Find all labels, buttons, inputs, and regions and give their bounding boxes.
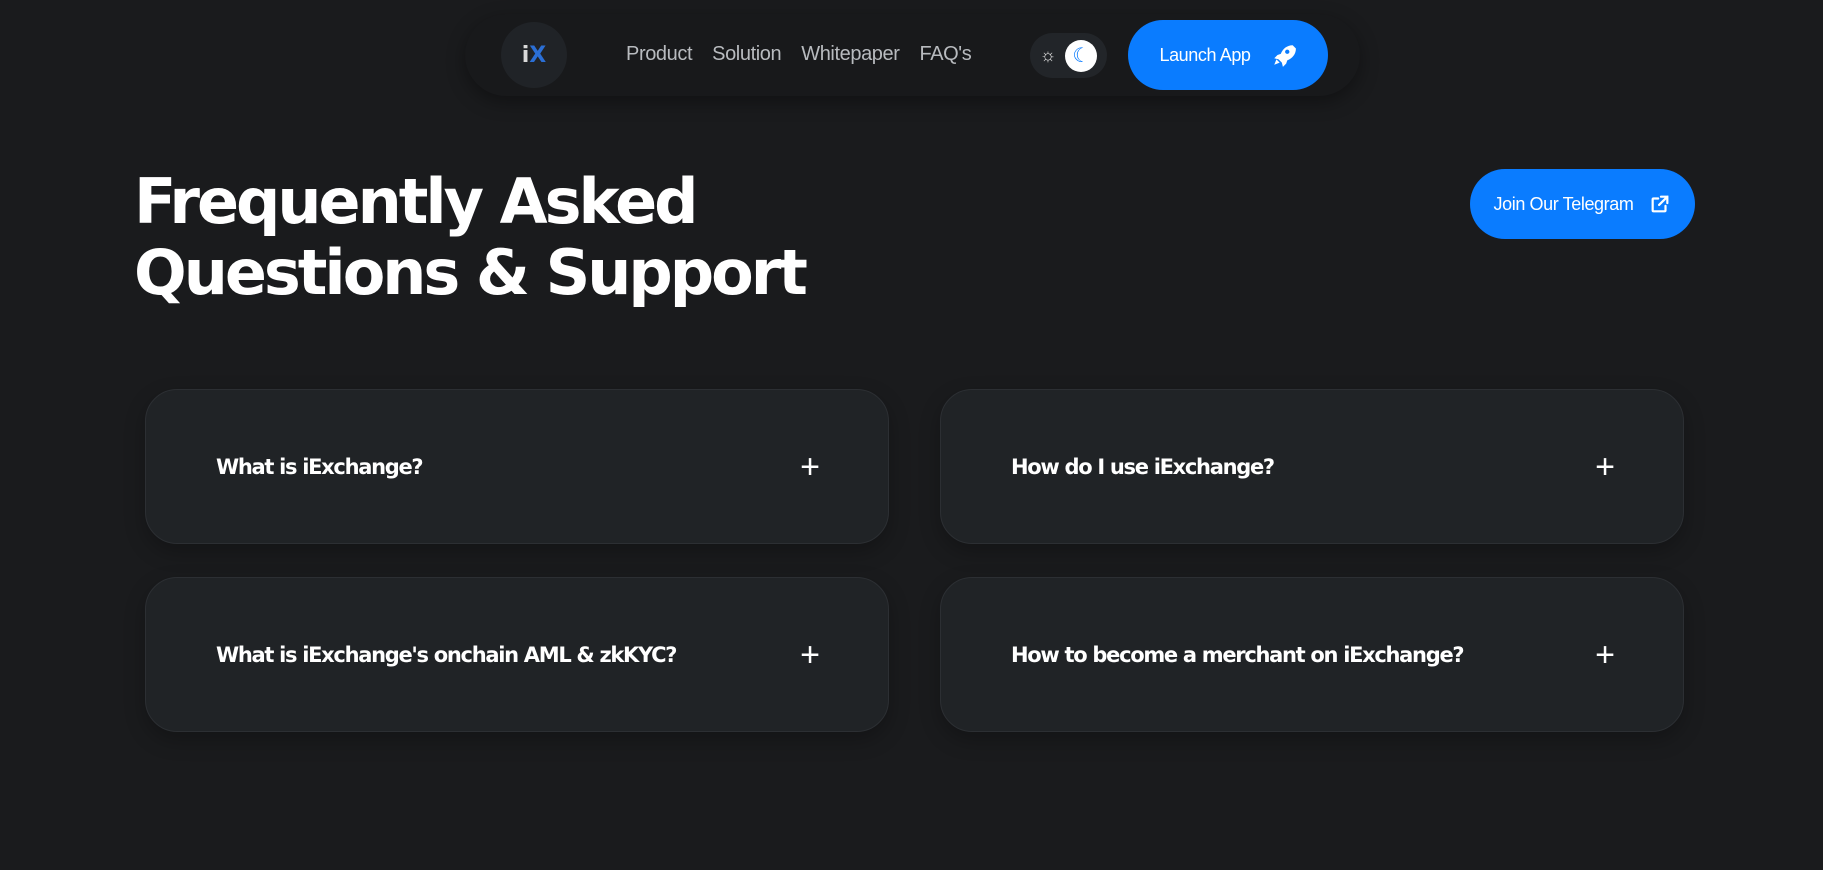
faq-question: What is iExchange's onchain AML & zkKYC? [216, 642, 677, 667]
logo[interactable]: iX [501, 22, 567, 88]
theme-toggle[interactable]: ☼ ☾ [1030, 33, 1107, 78]
logo-mark: iX [521, 42, 547, 68]
faq-question: How to become a merchant on iExchange? [1011, 642, 1465, 667]
nav-product[interactable]: Product [626, 43, 693, 66]
faq-question: How do I use iExchange? [1011, 454, 1275, 479]
page-title: Frequently Asked Questions & Support [134, 165, 808, 309]
join-telegram-label: Join Our Telegram [1493, 193, 1634, 214]
nav-links: Product Solution Whitepaper FAQ's [626, 43, 972, 66]
moon-icon[interactable]: ☾ [1065, 39, 1098, 72]
join-telegram-button[interactable]: Join Our Telegram [1470, 169, 1695, 239]
plus-icon[interactable]: + [800, 638, 820, 672]
launch-app-label: Launch App [1159, 44, 1251, 65]
plus-icon[interactable]: + [800, 450, 820, 484]
nav-faqs[interactable]: FAQ's [920, 43, 972, 66]
external-link-icon [1652, 195, 1669, 213]
plus-icon[interactable]: + [1595, 450, 1615, 484]
faq-question: What is iExchange? [216, 454, 424, 479]
launch-app-button[interactable]: Launch App [1128, 20, 1328, 90]
faq-item[interactable]: How do I use iExchange? + [940, 389, 1684, 544]
faq-item[interactable]: What is iExchange's onchain AML & zkKYC?… [145, 577, 889, 732]
faq-item[interactable]: How to become a merchant on iExchange? + [940, 577, 1684, 732]
sun-icon[interactable]: ☼ [1040, 45, 1057, 66]
nav-whitepaper[interactable]: Whitepaper [801, 43, 900, 66]
nav-solution[interactable]: Solution [712, 43, 781, 66]
title-line-2: Questions & Support [134, 236, 808, 309]
rocket-icon [1273, 45, 1296, 67]
title-line-1: Frequently Asked [134, 165, 698, 238]
faq-item[interactable]: What is iExchange? + [145, 389, 889, 544]
plus-icon[interactable]: + [1595, 638, 1615, 672]
